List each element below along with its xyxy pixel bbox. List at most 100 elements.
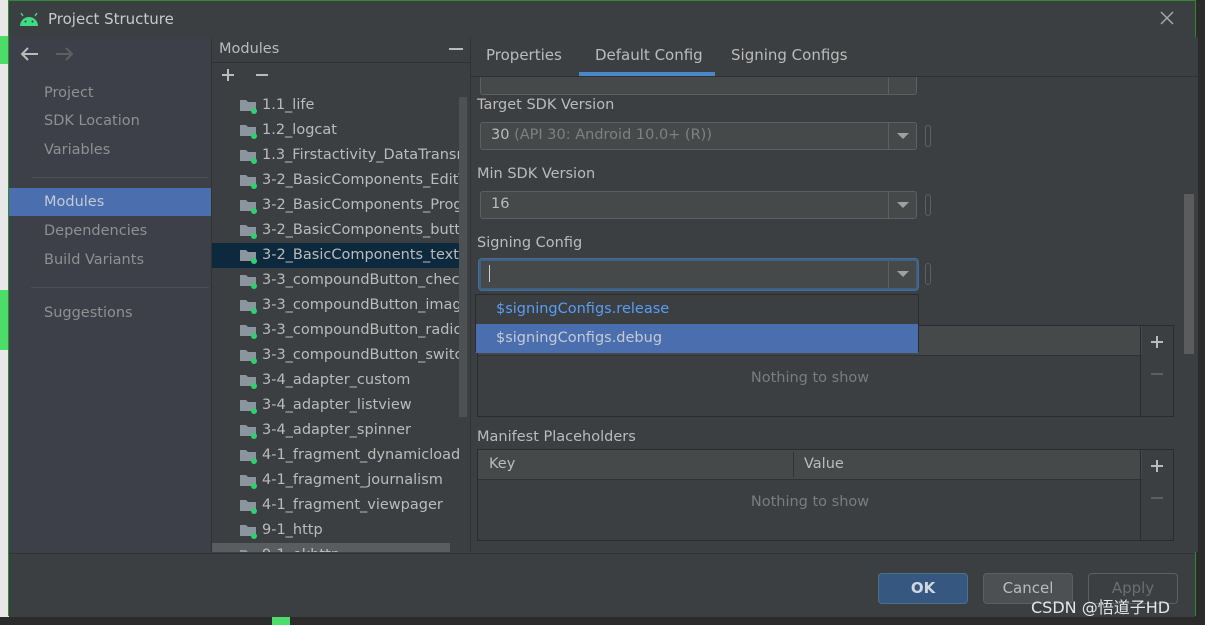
tab-bar: Properties Default Config Signing Config… — [471, 37, 1198, 77]
module-list-item[interactable]: 1.3_Firstactivity_DataTransmi — [212, 143, 460, 168]
module-list-item[interactable]: 3-3_compoundButton_image — [212, 293, 460, 318]
variable-toggle[interactable] — [925, 194, 931, 216]
module-name: 3-2_BasicComponents_Progr — [262, 197, 460, 213]
module-status-badge — [251, 283, 257, 289]
sidebar-item-suggestions[interactable]: Suggestions — [9, 299, 211, 327]
modules-list: 1.1_life 1.2_logcat 1.3_Firstactivity_Data… — [212, 93, 460, 552]
module-list-item[interactable]: 3-2_BasicComponents_textvi — [212, 243, 460, 268]
window-title: Project Structure — [48, 10, 174, 28]
arrow-right-icon[interactable] — [53, 45, 75, 63]
module-list-item[interactable]: 1.2_logcat — [212, 118, 460, 143]
sidebar-item-modules[interactable]: Modules — [9, 188, 211, 216]
module-status-badge — [251, 208, 257, 214]
minus-icon[interactable] — [448, 43, 464, 55]
modules-header: Modules — [212, 37, 470, 63]
module-name: 4-1_fragment_dynamicloadir — [262, 447, 460, 463]
module-list-item[interactable]: 4-1_fragment_dynamicloadir — [212, 443, 460, 468]
android-icon — [20, 13, 38, 26]
module-list-item[interactable]: 3-3_compoundButton_check — [212, 268, 460, 293]
sidebar-item-build-variants[interactable]: Build Variants — [9, 246, 211, 274]
table-header: Key Value — [478, 450, 1142, 480]
chevron-down-icon[interactable] — [897, 202, 909, 208]
module-name: 3-3_compoundButton_switch — [262, 347, 460, 363]
minus-icon[interactable] — [1149, 490, 1165, 506]
title-bar: Project Structure — [9, 1, 1195, 37]
sidebar-item-variables[interactable]: Variables — [9, 136, 211, 164]
modules-scrollbar[interactable] — [459, 97, 467, 417]
target-sdk-value: 30 — [491, 127, 510, 143]
module-folder-icon — [240, 200, 257, 214]
module-list-item[interactable]: 3-2_BasicComponents_Progr — [212, 193, 460, 218]
module-folder-icon — [240, 150, 257, 164]
empty-state: Nothing to show — [750, 370, 870, 386]
variable-toggle[interactable] — [925, 263, 931, 285]
module-list-item[interactable]: 9-1_okhttp — [212, 543, 450, 552]
module-folder-icon — [240, 425, 257, 439]
signing-config-label: Signing Config — [477, 235, 583, 251]
dropdown-option-release[interactable]: $signingConfigs.release — [476, 295, 918, 324]
module-name: 3-2_BasicComponents_butto — [262, 222, 460, 238]
arrow-left-icon[interactable] — [19, 45, 41, 63]
module-folder-icon — [240, 475, 257, 489]
plus-icon[interactable] — [1149, 334, 1165, 350]
active-tab-indicator — [579, 72, 715, 76]
module-list-item[interactable]: 3-4_adapter_custom — [212, 368, 460, 393]
module-list-item[interactable]: 9-1_http — [212, 518, 460, 543]
previous-field-combo[interactable] — [480, 77, 917, 95]
dialog-footer: OK Cancel Apply — [9, 553, 1195, 617]
module-folder-icon — [240, 100, 257, 114]
module-folder-icon — [240, 275, 257, 289]
module-list-item[interactable]: 3-3_compoundButton_switch — [212, 343, 460, 368]
min-sdk-value: 16 — [491, 196, 510, 212]
module-list-item[interactable]: 3-3_compoundButton_radiol — [212, 318, 460, 343]
module-status-badge — [251, 383, 257, 389]
module-status-badge — [251, 533, 257, 539]
module-status-badge — [251, 133, 257, 139]
column-value[interactable]: Value — [804, 456, 844, 472]
background-desktop — [0, 617, 1205, 625]
form-scrollbar[interactable] — [1184, 194, 1194, 354]
dropdown-option-debug[interactable]: $signingConfigs.debug — [476, 324, 918, 353]
chevron-down-icon[interactable] — [897, 133, 909, 139]
module-status-badge — [251, 333, 257, 339]
manifest-placeholders-table: Key Value Nothing to show — [477, 449, 1174, 541]
variable-toggle[interactable] — [925, 125, 931, 147]
minus-icon[interactable] — [254, 67, 270, 83]
chevron-down-icon[interactable] — [897, 271, 909, 277]
module-list-item[interactable]: 1.1_life — [212, 93, 460, 118]
background-desktop-accent — [272, 617, 290, 625]
module-name: 9-1_http — [262, 522, 323, 538]
signing-config-combo[interactable] — [479, 259, 918, 290]
tab-default-config[interactable]: Default Config — [595, 46, 703, 64]
plus-icon[interactable] — [220, 67, 236, 83]
module-folder-icon — [240, 400, 257, 414]
sidebar-item-dependencies[interactable]: Dependencies — [9, 217, 211, 245]
min-sdk-combo[interactable]: 16 — [480, 191, 917, 219]
tab-properties[interactable]: Properties — [486, 46, 562, 64]
module-list-item[interactable]: 3-2_BasicComponents_butto — [212, 218, 460, 243]
module-list-item[interactable]: 3-4_adapter_spinner — [212, 418, 460, 443]
module-status-badge — [251, 158, 257, 164]
sidebar-item-sdk-location[interactable]: SDK Location — [9, 107, 211, 135]
sidebar-nav: Project SDK Location Variables Modules D… — [9, 37, 211, 552]
module-list-item[interactable]: 3-2_BasicComponents_EditTe — [212, 168, 460, 193]
ok-button[interactable]: OK — [878, 573, 968, 604]
manifest-placeholders-label: Manifest Placeholders — [477, 429, 636, 445]
module-folder-icon — [240, 300, 257, 314]
tab-signing-configs[interactable]: Signing Configs — [731, 46, 848, 64]
module-folder-icon — [240, 500, 257, 514]
plus-icon[interactable] — [1149, 458, 1165, 474]
column-key[interactable]: Key — [489, 456, 515, 472]
target-sdk-combo[interactable]: 30 (API 30: Android 10.0+ (R)) — [480, 122, 917, 150]
minus-icon[interactable] — [1149, 366, 1165, 382]
sidebar-item-project[interactable]: Project — [9, 79, 211, 107]
module-list-item[interactable]: 4-1_fragment_viewpager — [212, 493, 460, 518]
module-name: 3-2_BasicComponents_textvi — [262, 247, 460, 263]
module-list-item[interactable]: 3-4_adapter_listview — [212, 393, 460, 418]
empty-state: Nothing to show — [750, 494, 870, 510]
close-icon[interactable] — [1159, 10, 1175, 26]
module-status-badge — [251, 358, 257, 364]
module-folder-icon — [240, 175, 257, 189]
module-list-item[interactable]: 4-1_fragment_journalism — [212, 468, 460, 493]
module-status-badge — [251, 458, 257, 464]
